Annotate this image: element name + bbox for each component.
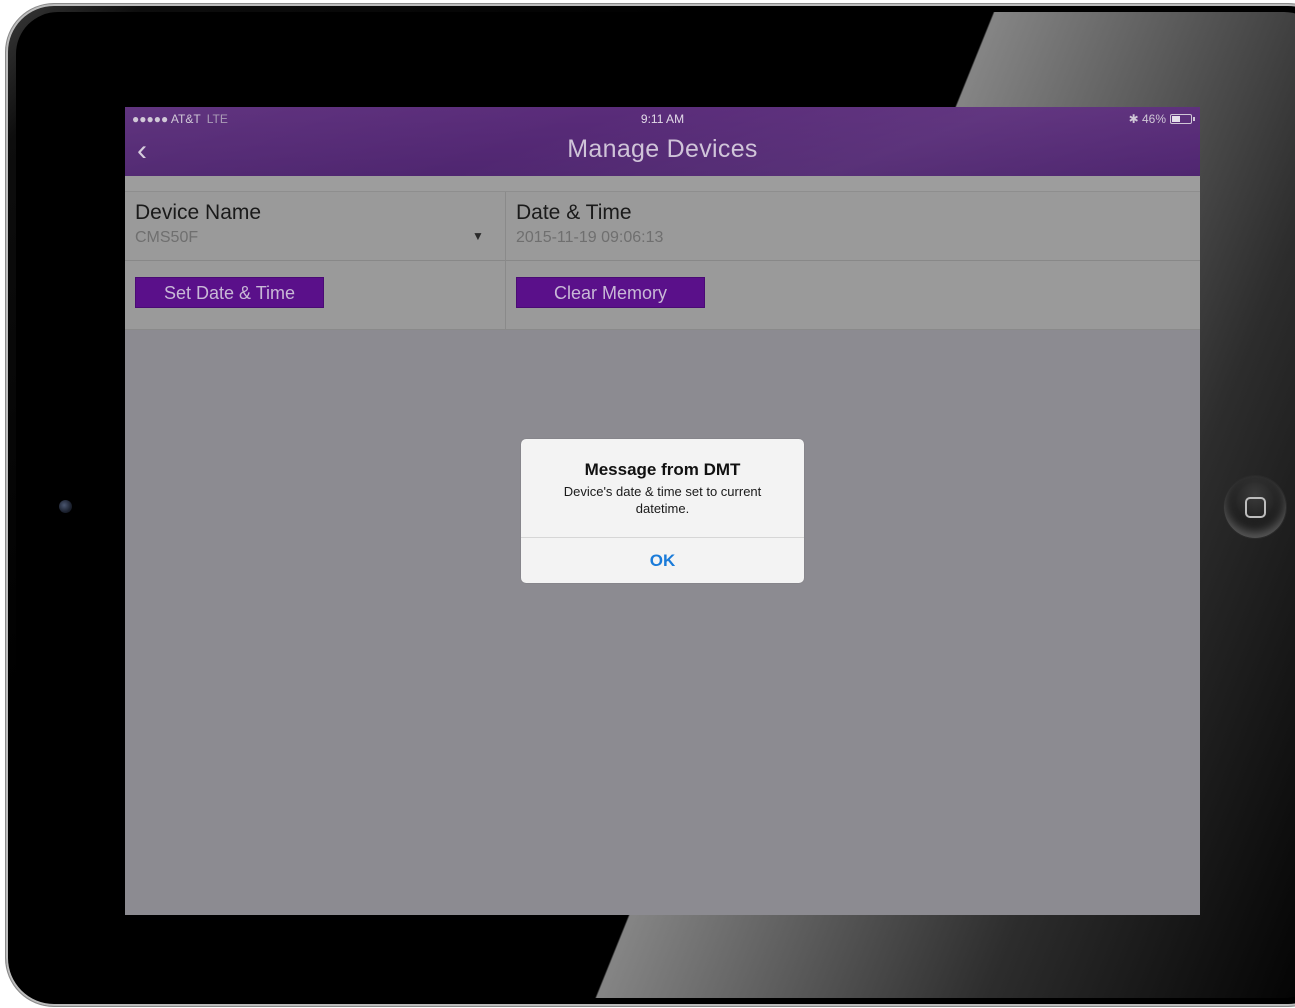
status-right: ✱ 46% xyxy=(1128,112,1195,126)
alert-ok-button[interactable]: OK xyxy=(521,538,804,583)
battery-percent: 46% xyxy=(1141,112,1166,126)
alert-dialog: Message from DMT Device's date & time se… xyxy=(521,439,804,583)
status-bar: ●●●●● AT&T LTE 9:11 AM ✱ 46% xyxy=(125,111,1200,127)
battery-fill xyxy=(1172,116,1180,122)
actions-row: Set Date & Time Clear Memory xyxy=(125,261,1200,330)
info-row: Device Name CMS50F ▼ Date & Time 2015-11… xyxy=(125,192,1200,261)
dropdown-arrow-icon[interactable]: ▼ xyxy=(472,229,484,243)
back-button[interactable]: ‹ xyxy=(137,135,167,167)
page-title: Manage Devices xyxy=(567,135,758,163)
battery-icon xyxy=(1170,114,1195,124)
front-camera xyxy=(59,500,72,513)
bluetooth-icon: ✱ xyxy=(1128,112,1139,126)
device-name-value: CMS50F xyxy=(135,229,199,246)
home-button[interactable] xyxy=(1224,476,1286,538)
navigation-bar: ●●●●● AT&T LTE 9:11 AM ✱ 46% ‹ Manage Dev… xyxy=(125,107,1200,176)
alert-title: Message from DMT xyxy=(584,460,741,479)
carrier-info: ●●●●● AT&T LTE xyxy=(132,112,228,126)
date-time-value: 2015-11-19 09:06:13 xyxy=(516,229,664,246)
column-divider xyxy=(505,192,506,329)
status-time: 9:11 AM xyxy=(640,112,685,126)
carrier-signal: ●●●●● AT&T xyxy=(132,112,201,126)
clear-memory-button[interactable]: Clear Memory xyxy=(516,277,705,308)
device-settings-panel: Device Name CMS50F ▼ Date & Time 2015-11… xyxy=(125,176,1200,330)
date-time-label: Date & Time xyxy=(516,201,632,224)
app-screen: ●●●●● AT&T LTE 9:11 AM ✱ 46% ‹ Manage Dev… xyxy=(125,107,1200,915)
set-date-time-button[interactable]: Set Date & Time xyxy=(135,277,324,308)
home-square-icon xyxy=(1245,497,1266,518)
network-type: LTE xyxy=(206,112,228,126)
chevron-left-icon: ‹ xyxy=(137,134,147,167)
alert-message: Device's date & time set to current date… xyxy=(563,484,762,516)
device-mockup: ●●●●● AT&T LTE 9:11 AM ✱ 46% ‹ Manage Dev… xyxy=(0,0,1295,1008)
header-strip xyxy=(125,176,1200,192)
device-name-label: Device Name xyxy=(135,201,262,224)
